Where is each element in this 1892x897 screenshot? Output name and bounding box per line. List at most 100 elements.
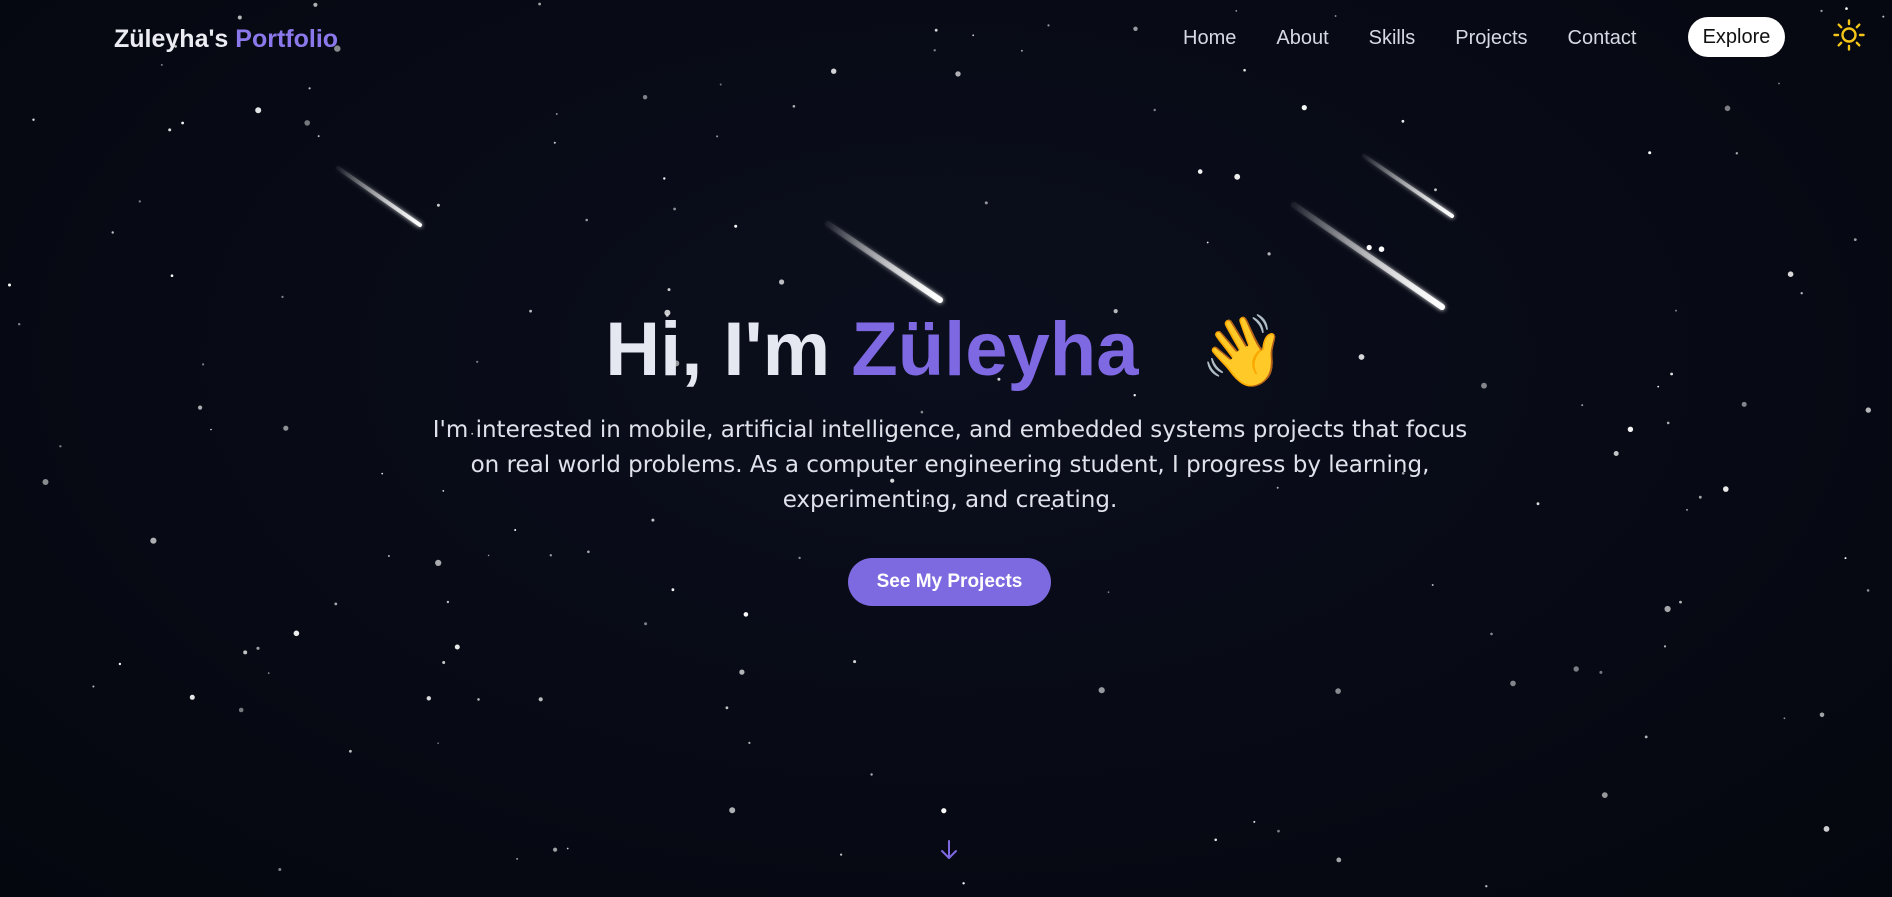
star <box>170 274 174 278</box>
star <box>1098 687 1105 694</box>
star <box>278 868 282 871</box>
star <box>1627 426 1634 432</box>
star <box>1197 169 1203 174</box>
star <box>1431 584 1434 586</box>
brand-suffix: Portfolio <box>235 25 339 53</box>
star <box>1741 401 1747 407</box>
theme-toggle-button[interactable] <box>1832 18 1866 52</box>
star <box>304 120 311 126</box>
star <box>644 622 648 626</box>
star <box>748 741 751 745</box>
star <box>642 95 648 100</box>
star <box>281 295 284 298</box>
star <box>719 83 722 86</box>
star <box>1214 838 1217 842</box>
nav-link-home[interactable]: Home <box>1183 24 1236 52</box>
star <box>792 105 796 108</box>
star <box>1366 244 1372 251</box>
star <box>1581 404 1584 407</box>
see-projects-button[interactable]: See My Projects <box>848 558 1051 606</box>
star <box>651 518 655 522</box>
star <box>840 853 843 856</box>
star <box>798 556 801 560</box>
star <box>334 602 338 606</box>
star <box>150 537 157 544</box>
star <box>1378 246 1385 252</box>
star <box>538 697 543 702</box>
star <box>349 749 352 753</box>
hero-greeting: Hi, I'm <box>605 307 831 392</box>
shooting-star <box>1362 154 1454 218</box>
star <box>1510 680 1516 687</box>
star <box>1865 407 1872 413</box>
hero-subtitle: I'm interested in mobile, artificial int… <box>432 417 1468 513</box>
star <box>256 646 260 650</box>
waving-hand-icon: 👋 <box>1199 312 1287 390</box>
star <box>1490 632 1493 636</box>
star <box>1267 252 1271 256</box>
star <box>739 669 745 675</box>
star <box>1735 152 1739 155</box>
nav-link-contact[interactable]: Contact <box>1568 24 1637 52</box>
star <box>663 177 666 180</box>
star <box>487 554 490 557</box>
star <box>198 405 203 410</box>
hero-heading: Hi, I'm Züleyha 👋 <box>0 300 1892 401</box>
star <box>317 135 320 138</box>
star <box>516 858 518 860</box>
star <box>437 742 439 744</box>
star <box>1663 645 1667 648</box>
star <box>1599 670 1603 674</box>
star <box>1866 589 1870 592</box>
nav-link-about[interactable]: About <box>1276 24 1328 52</box>
star <box>308 87 311 90</box>
star <box>283 425 289 431</box>
star <box>671 588 675 592</box>
star <box>1234 173 1241 180</box>
star <box>243 650 248 655</box>
star <box>566 847 569 850</box>
star <box>779 279 785 285</box>
star <box>1664 605 1671 613</box>
star <box>118 662 122 666</box>
star <box>1778 82 1780 85</box>
star <box>1434 188 1437 192</box>
star <box>189 694 195 700</box>
star <box>59 445 62 448</box>
brand-logo[interactable]: Züleyha's Portfolio <box>114 25 338 54</box>
shooting-star <box>825 221 943 303</box>
star <box>168 128 172 132</box>
nav-link-skills[interactable]: Skills <box>1369 24 1416 52</box>
star <box>1301 105 1307 111</box>
star <box>1336 857 1342 863</box>
star <box>1666 421 1670 425</box>
sun-icon <box>1833 19 1865 51</box>
star <box>1253 820 1256 823</box>
star <box>1823 826 1830 832</box>
star <box>1679 600 1682 604</box>
star <box>725 706 729 710</box>
star <box>446 600 450 604</box>
star <box>1335 688 1341 694</box>
star <box>293 630 300 637</box>
star <box>514 529 517 531</box>
star <box>549 554 552 557</box>
star <box>984 201 988 205</box>
star <box>138 200 141 203</box>
star <box>255 107 262 114</box>
explore-button[interactable]: Explore <box>1688 17 1785 57</box>
star <box>442 661 446 664</box>
star <box>553 141 556 144</box>
arrow-down-icon <box>941 840 957 859</box>
star <box>267 672 270 674</box>
star <box>92 685 95 688</box>
star <box>1401 119 1405 123</box>
star <box>743 612 749 617</box>
scroll-down-button[interactable] <box>937 838 961 862</box>
star <box>1573 666 1579 672</box>
star <box>477 698 480 701</box>
nav-link-projects[interactable]: Projects <box>1455 24 1527 52</box>
star <box>941 808 947 814</box>
star <box>238 707 244 713</box>
hero-name: Züleyha <box>851 307 1139 392</box>
